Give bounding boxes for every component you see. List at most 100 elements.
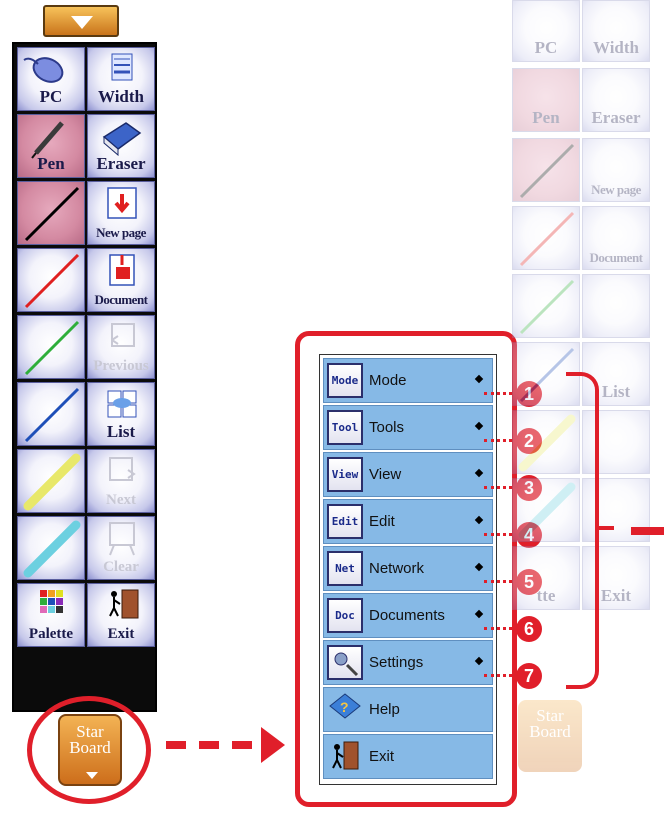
menu-item-label: Settings <box>369 654 424 671</box>
starboard-toolbar: PC Width Pen Eraser New page Document Pr… <box>12 42 157 712</box>
faded-tile: PC <box>512 0 580 62</box>
starboard-menu: Mode Mode Tool Tools View View Edit Edit… <box>319 354 497 785</box>
new-page-label: New page <box>96 225 146 240</box>
black-line-swatch <box>519 143 575 199</box>
menu-item-label: View <box>369 466 402 483</box>
menu-item-network[interactable]: Net Network <box>323 546 493 591</box>
faded-label: Pen <box>532 108 560 127</box>
bracket-tip <box>598 526 614 530</box>
view-icon: View <box>327 457 363 492</box>
submenu-indicator-icon <box>474 468 484 478</box>
pen-button[interactable]: Pen <box>17 114 85 178</box>
exit-label: Exit <box>107 626 135 642</box>
pc-label: PC <box>39 87 63 106</box>
starboard-menu-button[interactable]: Star Board <box>58 714 122 786</box>
help-icon: ? <box>327 692 363 727</box>
clear-button[interactable]: Clear <box>87 516 155 580</box>
green-line-swatch <box>519 279 575 335</box>
menu-item-exit[interactable]: Exit <box>323 734 493 779</box>
faded-label: New page <box>591 182 641 197</box>
submenu-indicator-icon <box>474 562 484 572</box>
list-button[interactable]: List <box>87 382 155 446</box>
pen-color-green-button[interactable] <box>17 315 85 379</box>
eraser-button[interactable]: Eraser <box>87 114 155 178</box>
eraser-label: Eraser <box>96 154 146 173</box>
palette-label: Palette <box>28 626 74 642</box>
palette-button[interactable]: Palette <box>17 583 85 647</box>
faded-tile <box>512 206 580 270</box>
pen-label: Pen <box>37 154 65 173</box>
submenu-indicator-icon <box>474 515 484 525</box>
faded-label: Width <box>593 38 639 57</box>
faded-tile: New page <box>582 138 650 202</box>
menu-item-help[interactable]: ? Help <box>323 687 493 732</box>
triangle-down-icon <box>86 772 98 779</box>
arrow-right-icon <box>261 727 285 763</box>
faded-star-line2: Board <box>529 722 571 741</box>
documents-icon: Doc <box>327 598 363 633</box>
menu-item-settings[interactable]: Settings <box>323 640 493 685</box>
red-line-swatch <box>24 253 80 309</box>
red-line-swatch <box>519 211 575 267</box>
network-icon: Net <box>327 551 363 586</box>
menu-item-documents[interactable]: Doc Documents <box>323 593 493 638</box>
highlighter-cyan-button[interactable] <box>17 516 85 580</box>
list-label: List <box>106 422 136 441</box>
faded-tile: Document <box>582 206 650 270</box>
previous-page-button[interactable]: Previous <box>87 315 155 379</box>
faded-tile: Pen <box>512 68 580 132</box>
faded-tile <box>582 274 650 338</box>
faded-tile <box>512 274 580 338</box>
collapse-toolbar-button[interactable] <box>43 5 119 37</box>
settings-icon <box>327 645 363 680</box>
pen-color-blue-button[interactable] <box>17 382 85 446</box>
menu-item-label: Mode <box>369 372 407 389</box>
menu-item-label: Edit <box>369 513 395 530</box>
menu-item-label: Documents <box>369 607 445 624</box>
menu-item-label: Exit <box>369 748 395 765</box>
new-page-button[interactable]: New page <box>87 181 155 245</box>
width-label: Width <box>98 87 144 106</box>
submenu-indicator-icon <box>474 609 484 619</box>
tools-icon: Tool <box>327 410 363 445</box>
pen-color-black-button[interactable] <box>17 181 85 245</box>
submenu-bracket <box>566 372 599 689</box>
green-line-swatch <box>24 320 80 376</box>
menu-item-label: Help <box>369 701 400 718</box>
highlighter-yellow-button[interactable] <box>17 449 85 513</box>
exit-toolbar-button[interactable]: Exit <box>87 583 155 647</box>
faded-label: PC <box>534 38 558 57</box>
menu-item-label: Tools <box>369 419 405 436</box>
menu-item-mode[interactable]: Mode Mode <box>323 358 493 403</box>
arrow-dash <box>166 741 186 749</box>
pc-mode-button[interactable]: PC <box>17 47 85 111</box>
width-button[interactable]: Width <box>87 47 155 111</box>
arrow-dash <box>232 741 252 749</box>
submenu-indicator-icon <box>474 421 484 431</box>
black-line-swatch <box>24 186 80 242</box>
menu-item-edit[interactable]: Edit Edit <box>323 499 493 544</box>
starboard-label-line2: Board <box>69 738 111 757</box>
faded-label: Document <box>589 250 643 265</box>
faded-tile: Eraser <box>582 68 650 132</box>
faded-tile <box>512 138 580 202</box>
faded-tile: Width <box>582 0 650 62</box>
menu-item-label: Network <box>369 560 425 577</box>
menu-item-view[interactable]: View View <box>323 452 493 497</box>
clear-label: Clear <box>103 559 139 575</box>
arrow-dash <box>199 741 219 749</box>
menu-item-tools[interactable]: Tool Tools <box>323 405 493 450</box>
blue-line-swatch <box>24 387 80 443</box>
triangle-down-icon <box>71 16 93 29</box>
mode-icon: Mode <box>327 363 363 398</box>
next-page-button[interactable]: Next <box>87 449 155 513</box>
faded-starboard-button: Star Board <box>518 700 582 772</box>
pen-color-red-button[interactable] <box>17 248 85 312</box>
yellow-line-swatch <box>23 453 81 511</box>
svg-text:?: ? <box>340 699 349 715</box>
faded-label: Eraser <box>591 108 641 127</box>
document-label: Document <box>94 292 148 307</box>
document-button[interactable]: Document <box>87 248 155 312</box>
cyan-line-swatch <box>23 520 81 578</box>
edit-icon: Edit <box>327 504 363 539</box>
